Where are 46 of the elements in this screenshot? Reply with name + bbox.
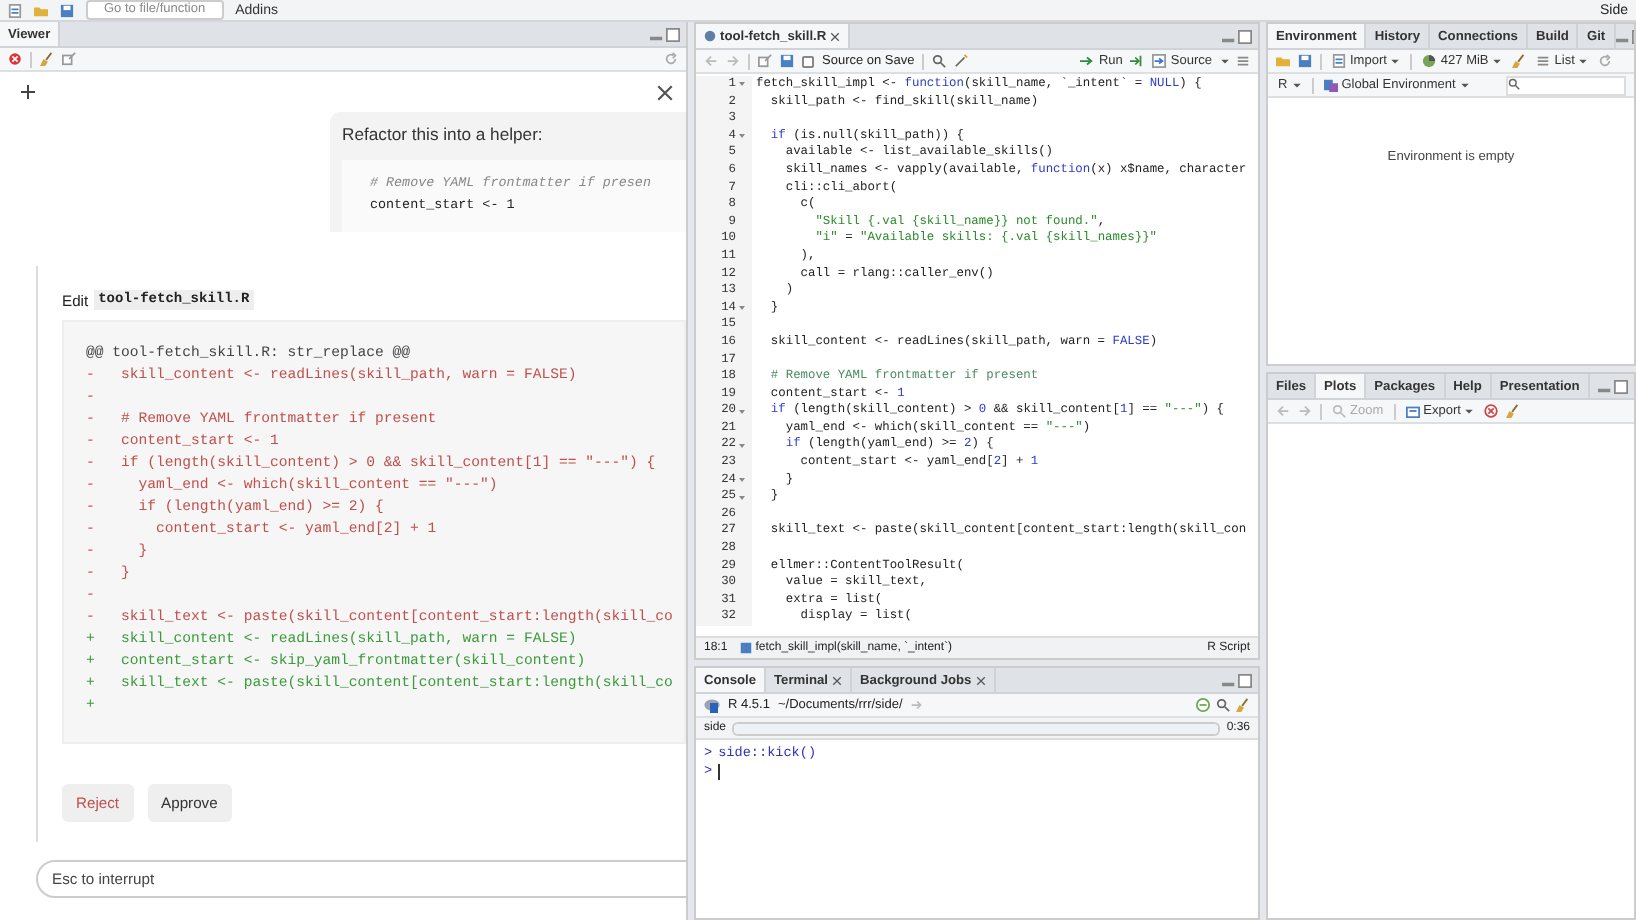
wand-icon[interactable] xyxy=(954,54,969,68)
stack-icon[interactable] xyxy=(1323,78,1338,92)
caret-icon[interactable] xyxy=(1578,56,1589,66)
refresh-icon[interactable] xyxy=(1598,54,1613,68)
broom-icon[interactable] xyxy=(40,52,54,66)
broom-icon[interactable] xyxy=(1506,404,1521,418)
caret-icon[interactable] xyxy=(1464,406,1475,416)
caret-icon[interactable] xyxy=(1459,80,1470,90)
remove-icon[interactable] xyxy=(1484,404,1499,418)
search-icon[interactable] xyxy=(1508,77,1520,89)
close-icon[interactable] xyxy=(832,675,843,685)
close-icon[interactable] xyxy=(830,31,841,41)
search-field[interactable] xyxy=(1506,75,1626,95)
caret-icon[interactable] xyxy=(1291,80,1302,90)
prompt-text: Refactor this into a helper: xyxy=(342,124,545,144)
arrow-icon[interactable] xyxy=(1152,54,1167,68)
new-file-icon[interactable] xyxy=(8,3,22,17)
close-icon[interactable] xyxy=(656,83,674,101)
clear-icon[interactable] xyxy=(8,52,22,66)
caret-icon[interactable] xyxy=(1492,56,1503,66)
maximize-icon[interactable] xyxy=(666,27,680,41)
checkbox[interactable] xyxy=(802,55,814,67)
maximize-icon[interactable] xyxy=(1238,673,1252,687)
menu-icon[interactable] xyxy=(1236,54,1250,68)
search-icon[interactable] xyxy=(932,54,947,68)
broom-icon[interactable] xyxy=(1512,54,1527,68)
caret-icon[interactable] xyxy=(1390,56,1401,66)
search-icon[interactable] xyxy=(1216,698,1230,712)
document-icon[interactable] xyxy=(1332,54,1346,68)
pie-icon[interactable] xyxy=(1422,54,1437,68)
save-icon[interactable] xyxy=(1298,54,1312,68)
stop-icon[interactable] xyxy=(1196,698,1210,712)
list-icon[interactable] xyxy=(1536,54,1551,68)
caret-icon[interactable] xyxy=(1220,56,1230,66)
maximize-icon[interactable] xyxy=(1238,29,1252,43)
close-icon[interactable] xyxy=(975,675,986,685)
save-icon[interactable] xyxy=(60,3,74,17)
rerun-icon[interactable] xyxy=(1130,54,1145,68)
broom-icon[interactable] xyxy=(1236,698,1250,712)
arrow-icon[interactable] xyxy=(1080,54,1095,68)
refresh-icon[interactable] xyxy=(664,52,678,66)
popout-icon[interactable] xyxy=(62,52,76,66)
maximize-icon[interactable] xyxy=(1614,379,1628,393)
plus-icon[interactable] xyxy=(20,84,36,100)
save-icon[interactable] xyxy=(780,54,794,68)
popout-icon[interactable] xyxy=(758,54,772,68)
